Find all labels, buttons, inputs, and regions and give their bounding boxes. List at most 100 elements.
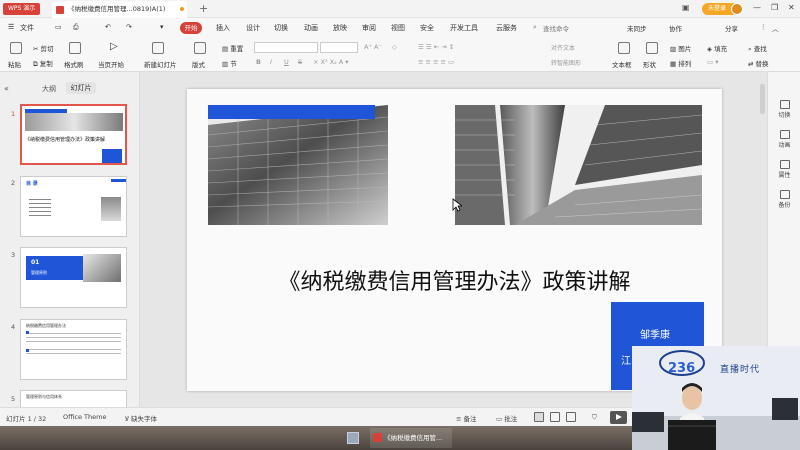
find-button[interactable]: ⌕ 查找	[748, 43, 767, 54]
menu-file[interactable]: 文件	[20, 23, 34, 33]
reading-view-icon[interactable]	[566, 412, 576, 422]
font-size-select[interactable]	[320, 42, 358, 53]
slide-title[interactable]: 《纳税缴费信用管理办法》政策讲解	[187, 264, 722, 296]
list-icons[interactable]: ☰ ☰ ⇤ ⇥ ↕	[418, 43, 454, 51]
font-effects-icon[interactable]: × X² X₂ A ▾	[313, 58, 349, 66]
arrange-button[interactable]: ▦ 排列	[670, 58, 691, 68]
clear-format-icon[interactable]: ◇	[392, 43, 397, 51]
redo-icon[interactable]: ↷	[126, 23, 132, 31]
sidebar-animations[interactable]: 动画	[768, 130, 800, 149]
tab-insert[interactable]: 插入	[216, 23, 230, 33]
section-button[interactable]: ▥ 节	[222, 58, 237, 68]
align-icons[interactable]: ≡ ≡ ≡ ≡ ▭	[418, 58, 454, 66]
more-options-icon[interactable]: ⋮	[760, 23, 767, 31]
text-box-button[interactable]: 文本框	[612, 59, 632, 69]
search-icon[interactable]: ⌕	[533, 23, 537, 32]
slide-thumbnail-4[interactable]: 纳税缴费信用管理办法	[20, 319, 127, 380]
notes-button[interactable]: ≡ 备注	[456, 413, 477, 423]
maximize-icon[interactable]: ❐	[771, 3, 778, 12]
window-layout-icon[interactable]: ▣	[682, 3, 690, 12]
cut-button[interactable]: ✂ 剪切	[33, 43, 54, 53]
text-box-icon[interactable]	[618, 42, 630, 54]
tab-slides[interactable]: 幻灯片	[66, 82, 96, 94]
print-icon[interactable]: ⎙	[73, 23, 79, 32]
avatar[interactable]	[731, 3, 743, 15]
tab-animations[interactable]: 动画	[304, 23, 318, 33]
building-image-right	[455, 105, 702, 225]
missing-font-button[interactable]: Ꝟ 缺失字体	[125, 413, 157, 423]
collapse-panel-icon[interactable]: «	[4, 84, 9, 93]
sidebar-backup[interactable]: 备份	[768, 190, 800, 209]
slide-sorter-icon[interactable]	[550, 412, 560, 422]
copy-label: 复制	[39, 60, 53, 68]
format-painter-button[interactable]: 格式刷	[64, 59, 84, 69]
outline-icon[interactable]: ▭ ▾	[707, 58, 718, 66]
hamburger-icon[interactable]: ☰	[8, 23, 14, 31]
grow-font-icon[interactable]: A⁺ A⁻	[364, 43, 382, 51]
collaborate-button[interactable]: 协作	[669, 23, 682, 33]
new-slide-icon[interactable]	[152, 42, 164, 54]
layout-icon[interactable]	[194, 42, 206, 54]
theme-name[interactable]: Office Theme	[63, 413, 106, 421]
app-name-badge[interactable]: WPS 演示	[3, 3, 41, 15]
tab-slideshow[interactable]: 放映	[333, 23, 347, 33]
save-icon[interactable]: ▭	[55, 23, 62, 31]
normal-view-icon[interactable]	[534, 412, 544, 422]
copy-button[interactable]: ⧉ 复制	[33, 58, 53, 69]
share-button[interactable]: 分享	[725, 23, 738, 33]
new-slide-button[interactable]: 新建幻灯片	[144, 59, 177, 69]
taskbar-app-title: 《纳税缴费信用管...	[384, 434, 443, 442]
comments-button[interactable]: ▭ 批注	[496, 413, 517, 423]
collapse-ribbon-icon[interactable]: ︿	[772, 23, 779, 33]
shape-button[interactable]: 形状	[643, 59, 656, 69]
fill-button[interactable]: ◈ 填充	[707, 43, 727, 53]
add-tab-icon[interactable]: +	[199, 2, 208, 15]
tab-transitions[interactable]: 切换	[274, 23, 288, 33]
tab-security[interactable]: 安全	[420, 23, 434, 33]
document-tab[interactable]: 《纳税缴费信用管理...0819)A(1)	[52, 1, 187, 18]
underline-button[interactable]: U	[284, 58, 289, 66]
play-from-current-button[interactable]: 当页开始	[98, 59, 124, 69]
search-command[interactable]: 查找命令	[543, 23, 569, 33]
slide-thumbnail-3[interactable]: 01 管理原则	[20, 247, 127, 308]
bold-button[interactable]: B	[256, 58, 261, 66]
minimize-icon[interactable]: —	[753, 3, 761, 12]
font-name-select[interactable]	[254, 42, 318, 53]
shape-icon[interactable]	[646, 42, 658, 54]
tab-cloud[interactable]: 云服务	[496, 23, 517, 33]
paste-icon[interactable]	[10, 42, 22, 54]
close-icon[interactable]: ✕	[788, 3, 795, 12]
paste-button[interactable]: 粘贴	[8, 59, 21, 69]
strikethrough-button[interactable]: S	[298, 58, 302, 66]
slide-thumbnail-5[interactable]: 管理原则与信用体系	[20, 390, 127, 407]
convert-smartart-button[interactable]: 转智能图形	[551, 58, 581, 67]
tab-design[interactable]: 设计	[246, 23, 260, 33]
taskbar-app-wps[interactable]: 《纳税缴费信用管...	[370, 428, 452, 448]
svg-text:236: 236	[668, 361, 695, 376]
tab-home[interactable]: 开始	[180, 22, 202, 34]
slide-thumbnail-1[interactable]: 《纳税缴费信用管理办法》政策讲解	[20, 104, 127, 165]
tab-view[interactable]: 视图	[391, 23, 405, 33]
sidebar-properties[interactable]: 属性	[768, 160, 800, 179]
sidebar-transitions[interactable]: 切换	[768, 100, 800, 119]
slide-number: 3	[11, 251, 16, 259]
play-icon[interactable]: ▷	[110, 41, 118, 52]
task-view-icon[interactable]	[347, 432, 359, 444]
reset-button[interactable]: ▤ 重置	[222, 43, 243, 53]
more-icon[interactable]: ▾	[160, 23, 164, 31]
slide-thumbnail-2[interactable]: 目 录	[20, 176, 127, 237]
play-slideshow-button[interactable]	[610, 411, 627, 424]
picture-button[interactable]: ▨ 图片	[670, 43, 691, 53]
vertical-scrollbar[interactable]	[760, 84, 765, 114]
tab-outline[interactable]: 大纲	[42, 84, 56, 94]
tab-developer[interactable]: 开发工具	[450, 23, 478, 33]
undo-icon[interactable]: ↶	[105, 23, 111, 31]
italic-button[interactable]: I	[270, 58, 272, 66]
layout-button[interactable]: 版式	[192, 59, 205, 69]
tab-review[interactable]: 审阅	[362, 23, 376, 33]
format-painter-icon[interactable]	[69, 42, 81, 54]
replace-button[interactable]: ⇄ 替换	[748, 58, 769, 68]
align-text-button[interactable]: 对齐文本	[551, 43, 575, 52]
protect-icon[interactable]: ⛉	[592, 413, 597, 422]
sync-status[interactable]: 未同步	[627, 23, 647, 33]
